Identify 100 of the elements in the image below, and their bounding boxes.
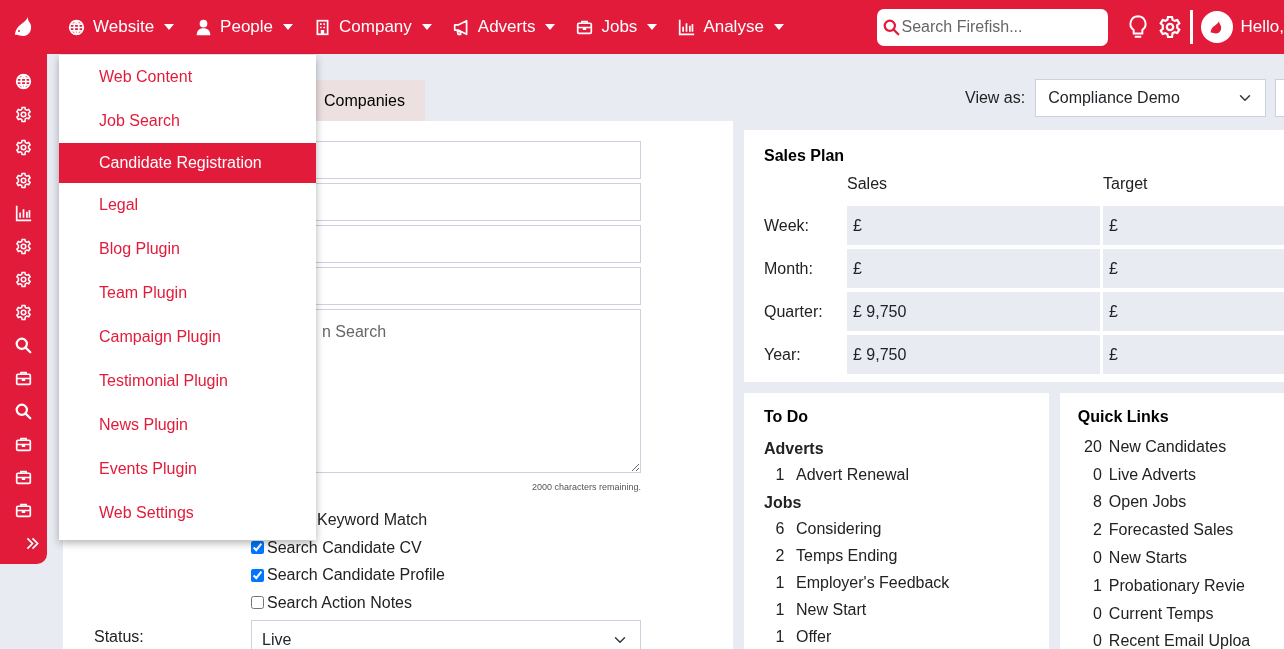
settings-icon (15, 139, 32, 156)
row-label: Week: (764, 215, 811, 236)
table-cell: £ 9,750 (847, 335, 1100, 374)
character-counter: 2000 characters remaining. (530, 481, 641, 494)
settings-icon (15, 172, 32, 189)
checkbox[interactable] (251, 541, 264, 555)
nav-menu[interactable]: People (186, 14, 303, 40)
count-text: 2 (1091, 520, 1102, 541)
briefcase-icon (15, 436, 32, 453)
count-text: 0 (1091, 603, 1102, 624)
search-icon (15, 403, 32, 420)
row-label: Month: (764, 258, 814, 279)
menu-item[interactable]: Blog Plugin (59, 227, 316, 271)
card-title: Quick Links (1077, 407, 1170, 427)
row-label: Year: (764, 344, 802, 365)
nav-menu[interactable]: Company (305, 14, 441, 40)
search-icon (15, 337, 32, 354)
search-field[interactable]: Search Firefish... (876, 8, 1108, 46)
menu-item[interactable]: Testimonial Plugin (59, 359, 316, 403)
menu-item[interactable]: Web Settings (59, 491, 316, 535)
count-text: 6 (774, 518, 786, 539)
quick-link[interactable]: Probationary Revie (1108, 573, 1245, 598)
count-text: 0 (1091, 464, 1102, 485)
count-text: 1 (774, 572, 786, 593)
table-cell: £ (1103, 335, 1284, 374)
caret-icon (164, 24, 175, 30)
table-cell: £ (1103, 249, 1284, 288)
count-text: 1 (774, 599, 786, 620)
briefcase-icon (15, 469, 32, 486)
quick-link[interactable]: Forecasted Sales (1108, 518, 1234, 543)
quick-link[interactable]: Live Adverts (1108, 462, 1196, 487)
menu-item[interactable]: News Plugin (59, 403, 316, 447)
expand-icon (24, 535, 41, 552)
todo-link[interactable]: Considering (796, 516, 882, 541)
megaphone-icon (452, 18, 470, 36)
column-header: Target (1103, 174, 1149, 194)
globe-icon (68, 18, 85, 36)
count-text: 0 (1091, 631, 1102, 649)
count-text: 2 (774, 545, 786, 566)
settings-icon (15, 271, 32, 288)
table-cell: £ (847, 206, 1100, 245)
quick-link[interactable]: New Candidates (1108, 434, 1227, 459)
checkbox-label: Search Candidate Profile (267, 565, 445, 586)
group-heading: Adverts (764, 439, 825, 459)
field-label: View as: (965, 88, 1026, 108)
checkbox-label: Keyword Match (317, 510, 428, 531)
quick-link[interactable]: Current Temps (1108, 601, 1214, 626)
briefcase-icon (15, 502, 32, 519)
count-text: 8 (1091, 492, 1102, 513)
menu-item[interactable]: Campaign Plugin (59, 315, 316, 359)
greeting-text: Hello, (1240, 16, 1284, 39)
menu-item[interactable]: Team Plugin (59, 271, 316, 315)
todo-link[interactable]: Advert Renewal (796, 462, 909, 487)
nav-menu[interactable]: Analyse (669, 14, 793, 40)
settings-icon (15, 238, 32, 255)
checkbox[interactable] (251, 568, 264, 582)
avatar[interactable] (1200, 11, 1233, 43)
group-heading: Jobs (764, 493, 803, 513)
quick-link[interactable]: Recent Email Uploa (1108, 629, 1251, 649)
person-icon (195, 18, 213, 36)
menu-item[interactable]: Events Plugin (59, 447, 316, 491)
todo-link[interactable]: Temps Ending (796, 543, 898, 568)
settings-icon (1157, 14, 1182, 40)
todo-link[interactable]: New Start (796, 597, 867, 622)
menu-item[interactable]: Web Content (59, 55, 316, 99)
settings-icon (15, 304, 32, 321)
quick-link[interactable]: Open Jobs (1108, 490, 1187, 515)
menu-item[interactable]: Candidate Registration (59, 143, 316, 183)
card-title: Sales Plan (764, 146, 846, 166)
caret-icon (421, 24, 432, 30)
count-text: 1 (774, 626, 786, 647)
briefcase-icon (15, 370, 32, 387)
quick-link[interactable]: New Starts (1108, 546, 1188, 571)
caret-icon (545, 24, 556, 30)
table-cell: £ (1103, 206, 1284, 245)
menu-item[interactable]: Job Search (59, 99, 316, 143)
checkbox-label: Search Action Notes (267, 592, 412, 613)
nav-menu[interactable]: Adverts (443, 14, 565, 40)
settings-icon (15, 106, 32, 123)
nav-menu[interactable]: Website (59, 14, 184, 40)
table-cell: £ (847, 249, 1100, 288)
field-label: Status: (93, 626, 145, 647)
globe-icon (15, 73, 32, 90)
checkbox[interactable] (251, 596, 264, 610)
search-icon (882, 18, 900, 36)
count-text: 1 (774, 464, 786, 485)
checkbox-label: Search Candidate CV (267, 537, 422, 558)
column-header: Sales (847, 174, 889, 194)
bar-chart-icon (678, 18, 696, 36)
status-select[interactable]: Live (251, 619, 641, 649)
count-text: 0 (1091, 548, 1102, 569)
nav-menu[interactable]: Jobs (567, 14, 667, 40)
todo-link[interactable]: Employer's Feedback (796, 570, 950, 595)
row-label: Quarter: (764, 301, 824, 322)
briefcase-icon (576, 18, 594, 36)
view-as-select[interactable]: Compliance Demo (1035, 79, 1267, 117)
todo-link[interactable]: Offer (796, 624, 832, 649)
menu-item[interactable]: Legal (59, 183, 316, 227)
table-cell: £ (1103, 292, 1284, 331)
caret-icon (647, 24, 658, 30)
